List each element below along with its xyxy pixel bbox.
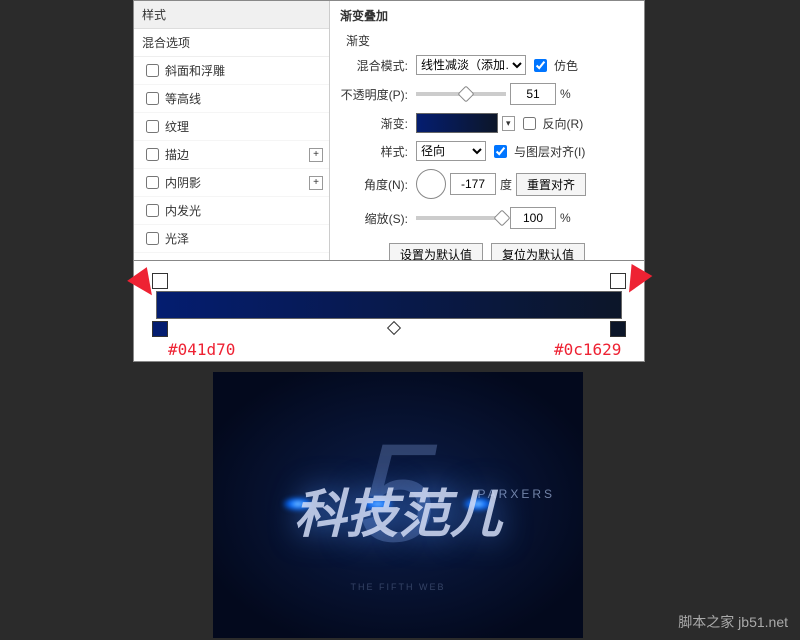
result-preview: 5 PARXERS 科技范儿 THE FIFTH WEB xyxy=(213,372,583,638)
add-effect-icon[interactable]: + xyxy=(309,176,323,190)
style-label: 内发光 xyxy=(165,202,201,219)
style-checkbox[interactable] xyxy=(146,120,159,133)
blend-mode-select[interactable]: 线性减淡（添加… xyxy=(416,55,526,75)
styles-header: 样式 xyxy=(134,1,329,29)
right-color-label: #0c1629 xyxy=(554,340,621,359)
angle-dial[interactable] xyxy=(416,169,446,199)
blending-options-row[interactable]: 混合选项 xyxy=(134,29,329,57)
preview-main-text: 科技范儿 xyxy=(213,472,583,547)
style-checkbox[interactable] xyxy=(146,148,159,161)
opacity-input[interactable] xyxy=(510,83,556,105)
style-label: 光泽 xyxy=(165,230,189,247)
color-stop-right[interactable] xyxy=(610,321,626,337)
dropdown-icon[interactable]: ▾ xyxy=(502,116,515,131)
align-label: 与图层对齐(I) xyxy=(514,143,585,160)
reverse-label: 反向(R) xyxy=(543,115,584,132)
add-effect-icon[interactable]: + xyxy=(309,148,323,162)
scale-label: 缩放(S): xyxy=(340,210,408,227)
left-color-label: #041d70 xyxy=(168,340,235,359)
watermark: 脚本之家 jb51.net xyxy=(678,612,788,632)
style-row-6[interactable]: 光泽 xyxy=(134,225,329,253)
scale-input[interactable] xyxy=(510,207,556,229)
style-checkbox[interactable] xyxy=(146,64,159,77)
style-label: 斜面和浮雕 xyxy=(165,62,225,79)
color-stop-left[interactable] xyxy=(152,321,168,337)
style-checkbox[interactable] xyxy=(146,92,159,105)
opacity-slider[interactable] xyxy=(416,92,506,96)
style-select[interactable]: 径向 xyxy=(416,141,486,161)
dither-label: 仿色 xyxy=(554,57,578,74)
reset-align-button[interactable]: 重置对齐 xyxy=(516,173,586,196)
style-checkbox[interactable] xyxy=(146,204,159,217)
midpoint-marker[interactable] xyxy=(387,321,401,335)
style-row-4[interactable]: 内阴影 + xyxy=(134,169,329,197)
style-row-3[interactable]: 描边 + xyxy=(134,141,329,169)
gradient-label: 渐变: xyxy=(340,115,408,132)
style-row-5[interactable]: 内发光 xyxy=(134,197,329,225)
align-checkbox[interactable] xyxy=(494,145,507,158)
style-row-0[interactable]: 斜面和浮雕 xyxy=(134,57,329,85)
style-label: 纹理 xyxy=(165,118,189,135)
reverse-checkbox[interactable] xyxy=(523,117,536,130)
style-row-2[interactable]: 纹理 xyxy=(134,113,329,141)
scale-slider[interactable] xyxy=(416,216,506,220)
style-row-1[interactable]: 等高线 xyxy=(134,85,329,113)
style-label: 样式: xyxy=(340,143,408,160)
style-label: 内阴影 xyxy=(165,174,201,191)
panel-title: 渐变叠加 xyxy=(340,7,634,24)
opacity-label: 不透明度(P): xyxy=(340,86,408,103)
angle-label: 角度(N): xyxy=(340,176,408,193)
style-checkbox[interactable] xyxy=(146,176,159,189)
style-label: 等高线 xyxy=(165,90,201,107)
section-label: 渐变 xyxy=(346,32,634,49)
style-label: 描边 xyxy=(165,146,189,163)
preview-tagline: THE FIFTH WEB xyxy=(213,582,583,592)
gradient-bar[interactable] xyxy=(156,291,622,319)
angle-input[interactable] xyxy=(450,173,496,195)
dither-checkbox[interactable] xyxy=(534,59,547,72)
blend-mode-label: 混合模式: xyxy=(340,57,408,74)
gradient-swatch[interactable] xyxy=(416,113,498,133)
style-checkbox[interactable] xyxy=(146,232,159,245)
